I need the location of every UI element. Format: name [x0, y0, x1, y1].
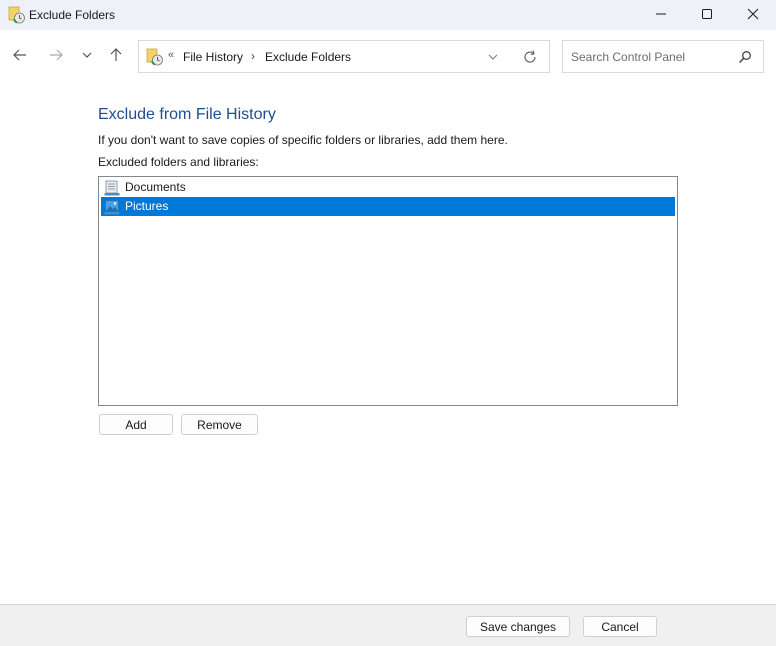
maximize-icon — [701, 8, 713, 23]
excluded-folders-list[interactable]: Documents Pictures — [98, 176, 678, 406]
maximize-button[interactable] — [684, 0, 730, 30]
list-item-pictures[interactable]: Pictures — [101, 197, 675, 216]
close-icon — [747, 8, 759, 23]
breadcrumb-overflow-button[interactable]: « — [168, 49, 174, 61]
documents-library-icon — [104, 180, 120, 196]
list-item-label: Documents — [125, 180, 186, 194]
add-button[interactable]: Add — [99, 414, 173, 435]
save-changes-button[interactable]: Save changes — [466, 616, 570, 637]
chevron-down-icon — [488, 54, 498, 60]
address-bar[interactable]: « File History › Exclude Folders — [138, 40, 550, 73]
chevron-down-icon — [81, 49, 93, 64]
pictures-library-icon — [104, 199, 120, 215]
back-button[interactable] — [9, 45, 31, 67]
window-title: Exclude Folders — [29, 8, 116, 22]
excluded-list-label: Excluded folders and libraries: — [98, 155, 259, 169]
arrow-right-icon — [48, 47, 64, 66]
page-description: If you don't want to save copies of spec… — [98, 133, 508, 147]
list-item-documents[interactable]: Documents — [101, 178, 675, 197]
up-button[interactable] — [105, 45, 127, 67]
breadcrumb-separator[interactable]: › — [251, 49, 255, 63]
address-dropdown-button[interactable] — [483, 49, 503, 65]
title-bar: Exclude Folders — [0, 0, 776, 30]
refresh-icon — [524, 50, 536, 63]
search-icon[interactable] — [737, 49, 753, 65]
file-history-icon — [146, 48, 164, 66]
close-button[interactable] — [730, 0, 776, 30]
recent-locations-button[interactable] — [76, 45, 98, 67]
footer-bar: Save changes Cancel — [0, 604, 776, 646]
file-history-icon — [8, 6, 26, 24]
arrow-left-icon — [12, 47, 28, 66]
navigation-bar: « File History › Exclude Folders — [0, 30, 776, 80]
list-item-label: Pictures — [125, 199, 169, 213]
refresh-button[interactable] — [521, 48, 539, 66]
minimize-button[interactable] — [638, 0, 684, 30]
search-box — [562, 40, 764, 73]
breadcrumb-file-history[interactable]: File History — [183, 50, 243, 64]
forward-button[interactable] — [45, 45, 67, 67]
breadcrumb-exclude-folders[interactable]: Exclude Folders — [265, 50, 351, 64]
search-input[interactable] — [571, 49, 731, 65]
arrow-up-icon — [108, 47, 124, 66]
cancel-button[interactable]: Cancel — [583, 616, 657, 637]
minimize-icon — [655, 8, 667, 23]
remove-button[interactable]: Remove — [181, 414, 258, 435]
page-heading: Exclude from File History — [98, 106, 276, 123]
